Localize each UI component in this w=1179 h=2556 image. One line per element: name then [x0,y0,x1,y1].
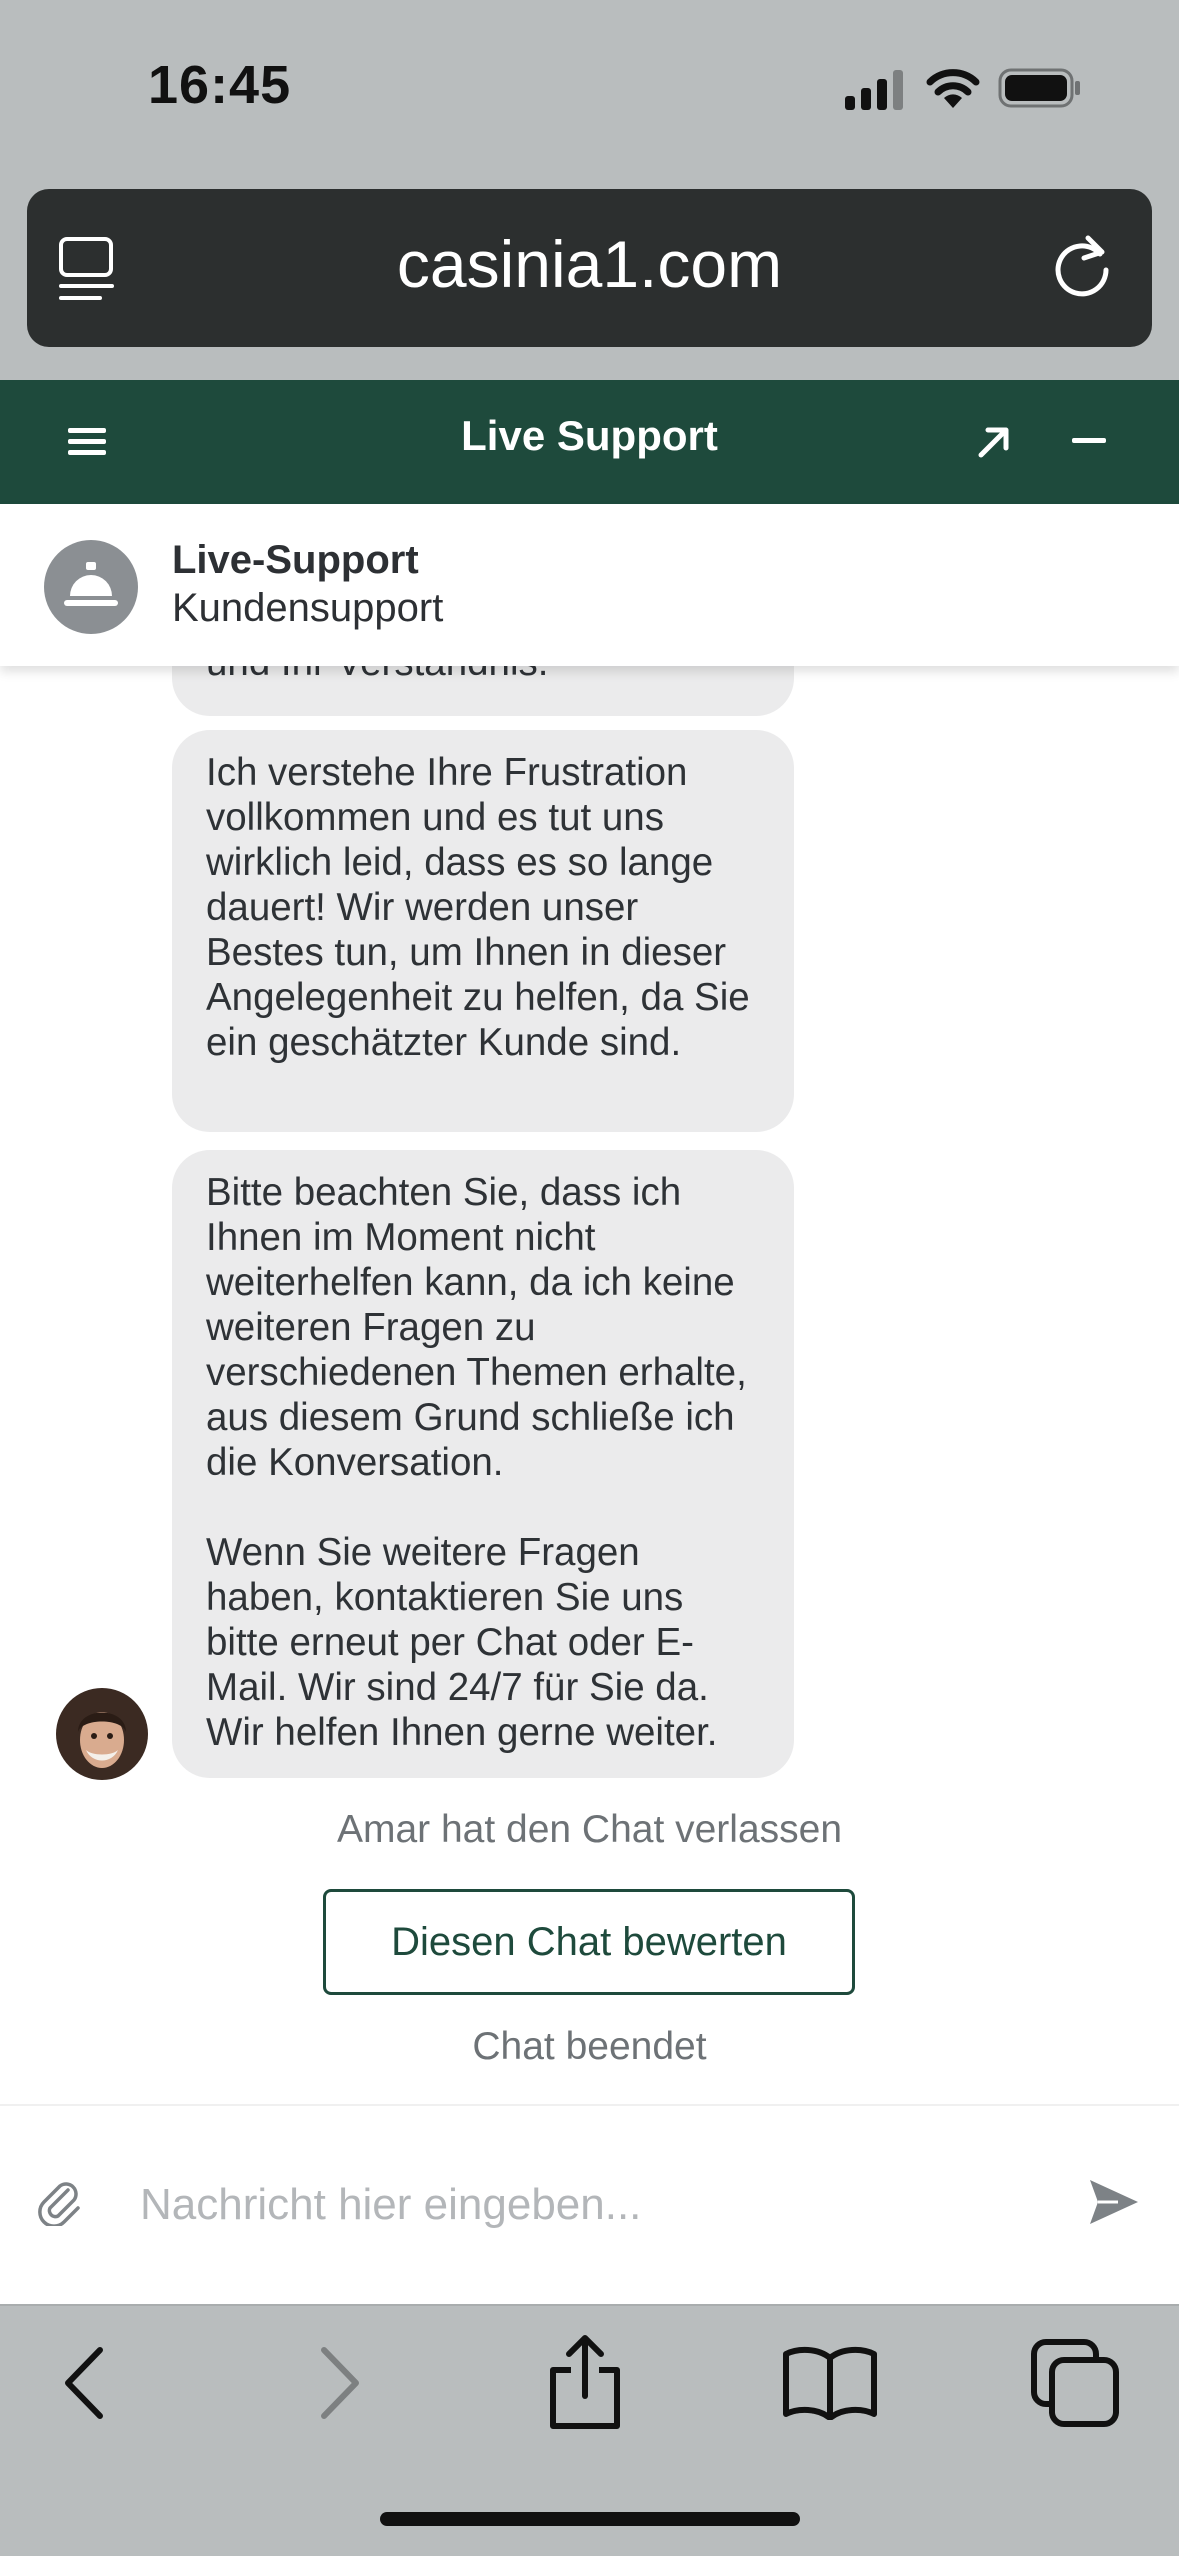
operator-avatar [56,1688,148,1780]
attach-icon[interactable] [38,2178,82,2226]
concierge-bell-icon [64,562,118,606]
status-time: 16:45 [148,55,292,115]
cellular-signal-icon [845,70,903,110]
send-icon[interactable] [1088,2178,1140,2226]
url-text[interactable]: casinia1.com [0,226,1179,302]
message-bubble: und Ihr Verständnis. [172,666,794,716]
share-icon[interactable] [545,2334,625,2430]
agent-info-bar [0,504,1179,666]
rate-chat-button[interactable]: Diesen Chat bewerten [323,1889,855,1995]
message-text: Wenn Sie weitere Fragen haben, kontaktie… [206,1531,718,1754]
message-bubble: Bitte beachten Sie, dass ich Ihnen im Mo… [172,1150,794,1778]
system-notice-chat-ended: Chat beendet [472,2025,707,2068]
message-bubble: Ich verstehe Ihre Frustration vollkommen… [172,730,794,1132]
message-text: und Ihr Verständnis. [206,666,760,685]
agent-subtitle: Kundensupport [172,586,444,630]
system-notice-agent-left: Amar hat den Chat verlassen [336,1808,843,1851]
battery-icon [998,68,1080,108]
forward-icon[interactable] [314,2346,364,2420]
bookmarks-icon[interactable] [782,2344,878,2420]
back-icon[interactable] [60,2346,110,2420]
message-input[interactable] [140,2170,1040,2240]
home-indicator [380,2512,800,2526]
minimize-icon[interactable] [1072,438,1108,446]
message-text: Bitte beachten Sie, dass ich Ihnen im Mo… [206,1171,747,1484]
popout-icon[interactable] [976,424,1012,460]
wifi-icon [926,69,980,108]
agent-name: Live-Support [172,538,419,582]
message-text: Ich verstehe Ihre Frustration vollkommen… [206,751,750,1064]
agent-avatar [44,540,138,634]
tabs-icon[interactable] [1030,2338,1122,2428]
reload-icon[interactable] [1050,232,1114,298]
